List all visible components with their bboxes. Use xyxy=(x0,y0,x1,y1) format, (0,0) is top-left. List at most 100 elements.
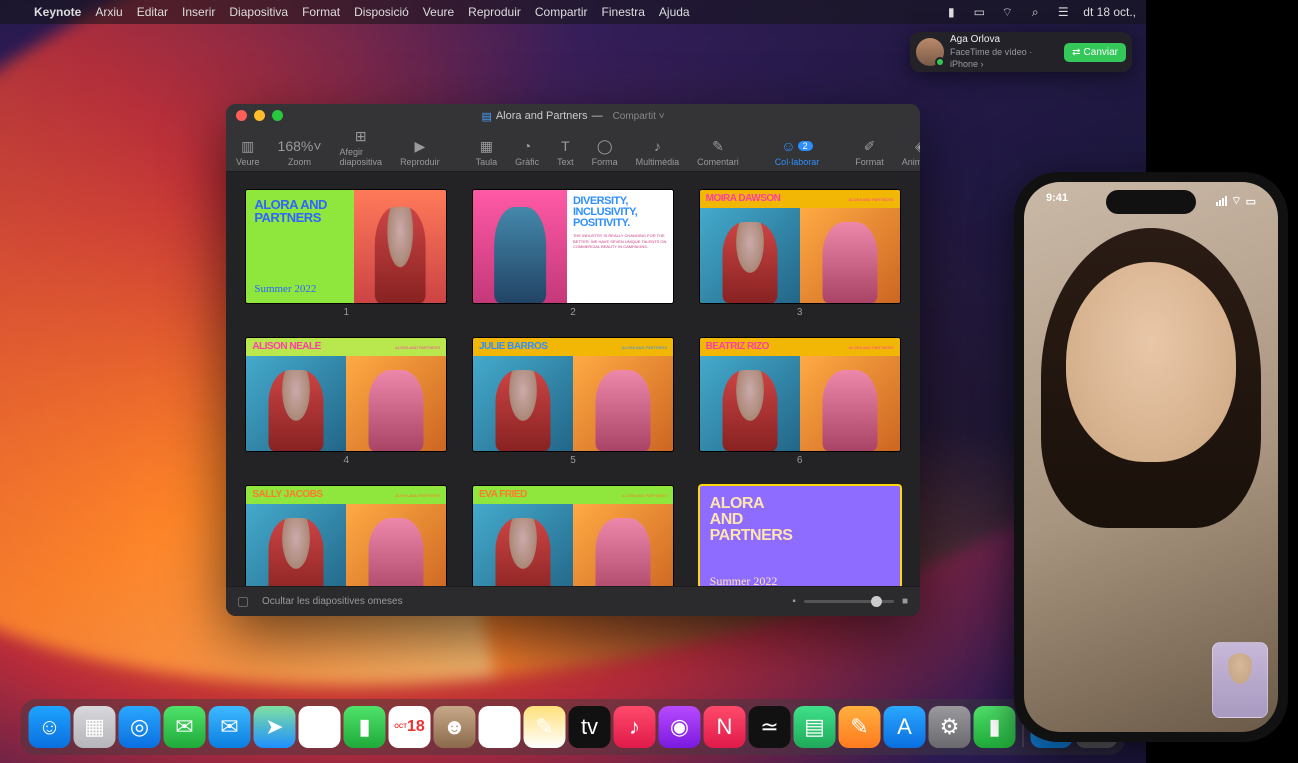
traffic-lights xyxy=(236,110,283,121)
dock-news[interactable]: N xyxy=(704,706,746,748)
animate-inspector-button[interactable]: ◈Animació xyxy=(902,137,920,167)
caller-name: Aga Orlova xyxy=(950,34,1058,46)
collaborate-button[interactable]: ☺2Col·laborar xyxy=(775,137,820,167)
dock-podcasts[interactable]: ◉ xyxy=(659,706,701,748)
wifi-icon[interactable]: ⌔ xyxy=(999,5,1015,19)
hide-skipped-checkbox[interactable] xyxy=(238,597,248,607)
facetime-handoff-notification[interactable]: Aga Orlova FaceTime de vídeo · iPhone › … xyxy=(910,32,1132,72)
dock-finder[interactable]: ☺ xyxy=(29,706,71,748)
dock-appstore[interactable]: A xyxy=(884,706,926,748)
menubar-date[interactable]: dt 18 oct., xyxy=(1083,5,1136,19)
slide-number: 6 xyxy=(797,455,803,466)
shared-indicator[interactable]: Compartit ˅ xyxy=(613,111,665,122)
iphone-device: 9:41 ⌔ ▭ xyxy=(1014,172,1288,742)
caller-avatar xyxy=(916,38,944,66)
media-button[interactable]: ♪Multimèdia xyxy=(636,137,680,167)
battery-icon[interactable]: ▭ xyxy=(971,5,987,19)
iphone-screen[interactable]: 9:41 ⌔ ▭ xyxy=(1024,182,1278,732)
keynote-toolbar: ▥Veure 168% ˅Zoom ⊞Afegir diapositiva ▶R… xyxy=(226,128,920,172)
dock-pages[interactable]: ✎ xyxy=(839,706,881,748)
minimize-button[interactable] xyxy=(254,110,265,121)
slide-thumbnail-9[interactable]: ALORAANDPARTNERSSummer 2022 xyxy=(700,486,900,586)
dock-settings[interactable]: ⚙ xyxy=(929,706,971,748)
slide-number: 3 xyxy=(797,307,803,318)
dock-launchpad[interactable]: ▦ xyxy=(74,706,116,748)
text-button[interactable]: TText xyxy=(557,137,574,167)
slide-thumbnail-1[interactable]: ALORA AND PARTNERSSummer 2022 xyxy=(246,190,446,303)
hide-skipped-label: Ocultar les diapositives omeses xyxy=(262,596,403,607)
add-slide-button[interactable]: ⊞Afegir diapositiva xyxy=(340,127,383,167)
spotlight-icon[interactable]: ⌕ xyxy=(1027,5,1043,19)
mac-desktop: Keynote Arxiu Editar Inserir Diapositiva… xyxy=(0,0,1146,763)
keynote-window: ▤ Alora and Partners — Compartit ˅ ▥Veur… xyxy=(226,104,920,616)
slide-number: 1 xyxy=(344,307,350,318)
menubar: Keynote Arxiu Editar Inserir Diapositiva… xyxy=(0,0,1146,24)
dock-tv[interactable]: tv xyxy=(569,706,611,748)
dock-reminders[interactable]: ☰ xyxy=(479,706,521,748)
dock-contacts[interactable]: ☻ xyxy=(434,706,476,748)
dock-maps[interactable]: ➤ xyxy=(254,706,296,748)
dock-notes[interactable]: ✎ xyxy=(524,706,566,748)
fullscreen-button[interactable] xyxy=(272,110,283,121)
slide-number: 2 xyxy=(570,307,576,318)
slide-number: 5 xyxy=(570,455,576,466)
facetime-status-dot xyxy=(935,57,945,67)
dock-calendar[interactable]: OCT18 xyxy=(389,706,431,748)
thumbnail-large-icon[interactable]: ■ xyxy=(902,596,908,607)
shape-button[interactable]: ◯Forma xyxy=(592,137,618,167)
close-button[interactable] xyxy=(236,110,247,121)
zoom-knob[interactable] xyxy=(871,596,882,607)
notification-subtitle: FaceTime de vídeo · iPhone › xyxy=(950,46,1058,70)
facetime-menubar-icon[interactable]: ▮ xyxy=(943,5,959,19)
dock-music[interactable]: ♪ xyxy=(614,706,656,748)
zoom-control[interactable]: 168% ˅Zoom xyxy=(278,137,322,167)
table-button[interactable]: ▦Taula xyxy=(476,137,498,167)
menu-ajuda[interactable]: Ajuda xyxy=(659,5,690,19)
dock-photos[interactable]: ✿ xyxy=(299,706,341,748)
window-titlebar[interactable]: ▤ Alora and Partners — Compartit ˅ xyxy=(226,104,920,128)
menu-disposicio[interactable]: Disposició xyxy=(354,5,409,19)
menu-reproduir[interactable]: Reproduir xyxy=(468,5,521,19)
switch-button[interactable]: ⇄ Canviar xyxy=(1064,43,1126,62)
thumbnail-small-icon[interactable]: ▪ xyxy=(792,596,796,607)
slide-number: 4 xyxy=(344,455,350,466)
slide-thumbnail-8[interactable]: EVA FRIEDALORA AND PARTNERS xyxy=(473,486,673,586)
chart-button[interactable]: ◔Gràfic xyxy=(515,137,539,167)
menu-compartir[interactable]: Compartir xyxy=(535,5,588,19)
view-button[interactable]: ▥Veure xyxy=(236,137,260,167)
title-separator: — xyxy=(592,110,603,122)
document-title: Alora and Partners xyxy=(496,110,588,122)
slide-thumbnail-4[interactable]: ALISON NEALEALORA AND PARTNERS xyxy=(246,338,446,451)
dock-facetime[interactable]: ▮ xyxy=(344,706,386,748)
dock-stocks[interactable]: ≃ xyxy=(749,706,791,748)
slide-thumbnail-2[interactable]: DIVERSITY, INCLUSIVITY, POSITIVITY.THE I… xyxy=(473,190,673,303)
doc-icon: ▤ xyxy=(481,110,491,123)
menu-arxiu[interactable]: Arxiu xyxy=(95,5,122,19)
menu-veure[interactable]: Veure xyxy=(423,5,454,19)
slide-thumbnail-7[interactable]: SALLY JACOBSALORA AND PARTNERS xyxy=(246,486,446,586)
dock: ☺▦◎✉✉➤✿▮OCT18☻☰✎tv♪◉N≃▤✎A⚙▮⬇🗑 xyxy=(21,699,1126,755)
control-center-icon[interactable]: ☰ xyxy=(1055,5,1071,19)
dock-safari[interactable]: ◎ xyxy=(119,706,161,748)
app-menu[interactable]: Keynote xyxy=(34,5,81,19)
dock-facetime2[interactable]: ▮ xyxy=(974,706,1016,748)
menu-diapositiva[interactable]: Diapositiva xyxy=(229,5,288,19)
menu-format[interactable]: Format xyxy=(302,5,340,19)
menu-editar[interactable]: Editar xyxy=(137,5,168,19)
slide-thumbnail-6[interactable]: BEATRIZ RIZOALORA AND PARTNERS xyxy=(700,338,900,451)
slide-thumbnail-3[interactable]: MOIRA DAWSONALORA AND PARTNERS xyxy=(700,190,900,303)
thumbnail-zoom-slider[interactable] xyxy=(804,600,894,603)
comment-button[interactable]: ✎Comentari xyxy=(697,137,739,167)
keynote-footer: Ocultar les diapositives omeses ▪ ■ xyxy=(226,586,920,616)
light-table-view[interactable]: ALORA AND PARTNERSSummer 2022 1 DIVERSITY,… xyxy=(226,172,920,586)
menu-inserir[interactable]: Inserir xyxy=(182,5,215,19)
play-button[interactable]: ▶Reproduir xyxy=(400,137,440,167)
slide-thumbnail-5[interactable]: JULIE BARROSALORA AND PARTNERS xyxy=(473,338,673,451)
menu-finestra[interactable]: Finestra xyxy=(602,5,645,19)
dock-mail[interactable]: ✉ xyxy=(209,706,251,748)
dock-messages[interactable]: ✉ xyxy=(164,706,206,748)
dock-numbers[interactable]: ▤ xyxy=(794,706,836,748)
notification-text: Aga Orlova FaceTime de vídeo · iPhone › xyxy=(950,34,1058,70)
facetime-self-view[interactable] xyxy=(1212,642,1268,718)
format-inspector-button[interactable]: ✐Format xyxy=(855,137,884,167)
